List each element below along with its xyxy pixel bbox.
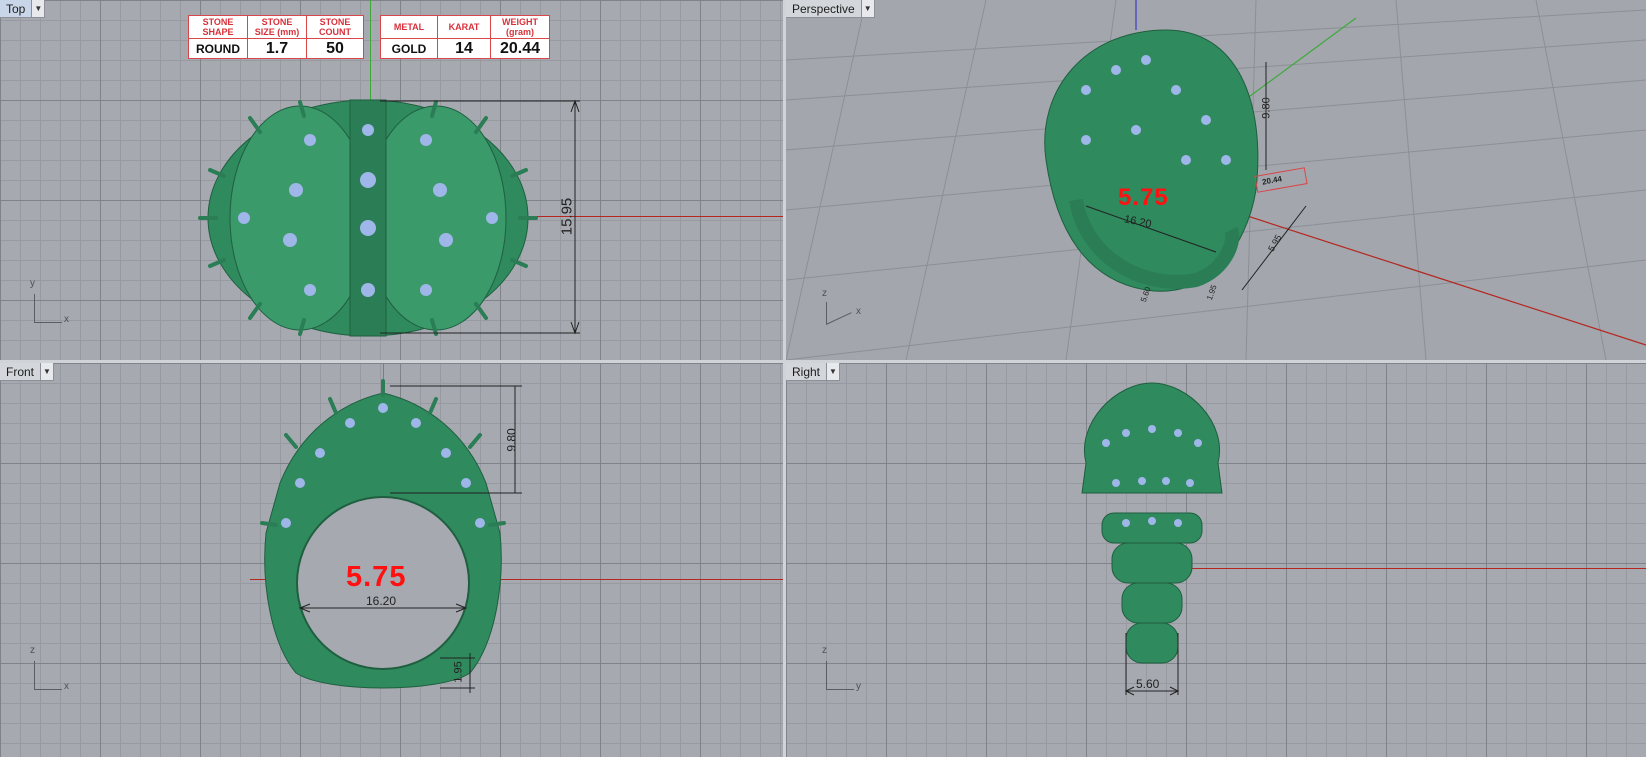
- ring-size-label-perspective: 5.75: [1118, 184, 1169, 211]
- viewport-title: Right: [786, 363, 828, 381]
- viewport-title: Perspective: [786, 0, 862, 18]
- persp-height-label: 9.80: [1260, 97, 1273, 119]
- axis-triad: y x: [26, 278, 86, 336]
- viewport-right[interactable]: Right ▼ 5.60 z y: [786, 363, 1646, 757]
- axis-triad: z x: [26, 645, 86, 703]
- triad-y-label: y: [30, 278, 35, 289]
- chevron-down-icon[interactable]: ▼: [41, 363, 55, 381]
- ring-right-view[interactable]: [786, 363, 1646, 757]
- chevron-down-icon[interactable]: ▼: [861, 0, 875, 18]
- perspective-grid: [786, 0, 1646, 360]
- triad-z-label: z: [822, 645, 827, 656]
- chevron-down-icon[interactable]: ▼: [32, 0, 46, 18]
- triad-x-label: x: [856, 306, 861, 317]
- viewport-front[interactable]: Front ▼ 5.75 16.20 9.80 1.95 z x: [0, 363, 783, 757]
- ring-front-view[interactable]: [0, 363, 783, 757]
- triad-x-label: x: [64, 681, 69, 692]
- viewport-tab-front[interactable]: Front ▼: [0, 363, 55, 381]
- chevron-down-icon[interactable]: ▼: [827, 363, 841, 381]
- ring-size-label: 5.75: [346, 561, 407, 593]
- right-width-label: 5.60: [1136, 677, 1160, 691]
- triad-y-label: y: [856, 681, 861, 692]
- ring-top-view[interactable]: [0, 0, 783, 360]
- viewport-top[interactable]: Top ▼ STONE SHAPE STONE SIZE (mm) STONE …: [0, 0, 783, 360]
- viewport-tab-top[interactable]: Top ▼: [0, 0, 46, 18]
- viewport-title: Top: [0, 0, 33, 18]
- triad-z-label: z: [822, 288, 827, 299]
- axis-triad: z x: [818, 288, 878, 342]
- front-height-label: 9.80: [504, 428, 519, 452]
- axis-triad: z y: [818, 645, 878, 703]
- dimension-height-label: 15.95: [558, 197, 576, 236]
- triad-z-label: z: [30, 645, 35, 656]
- front-bottom-label: 1.95: [452, 661, 465, 683]
- front-width-label: 16.20: [366, 594, 397, 608]
- viewport-tab-right[interactable]: Right ▼: [786, 363, 841, 381]
- viewport-tab-perspective[interactable]: Perspective ▼: [786, 0, 875, 18]
- viewport-title: Front: [0, 363, 42, 381]
- triad-x-label: x: [64, 314, 69, 325]
- viewport-perspective[interactable]: Perspective ▼ 5.75 16.20 9.80 20.44 5.95…: [786, 0, 1646, 360]
